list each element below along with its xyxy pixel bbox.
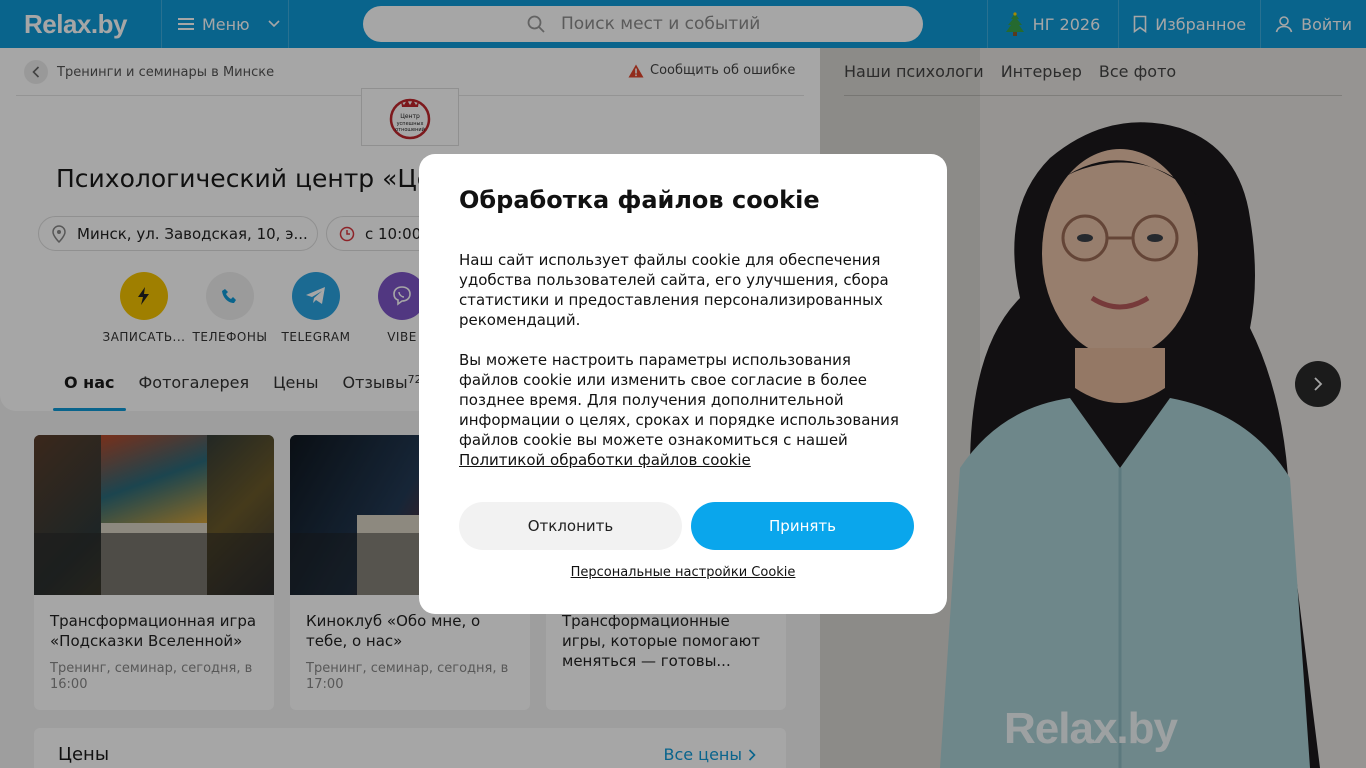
cookie-dialog: Обработка файлов cookie Наш сайт использ… xyxy=(419,154,947,614)
accept-button[interactable]: Принять xyxy=(691,502,914,550)
cookie-policy-link[interactable]: Политикой обработки файлов cookie xyxy=(459,451,751,469)
cookie-settings-link[interactable]: Персональные настройки Cookie xyxy=(419,565,947,580)
cookie-dialog-title: Обработка файлов cookie xyxy=(459,186,820,214)
cookie-paragraph-2: Вы можете настроить параметры использова… xyxy=(459,351,899,469)
decline-button[interactable]: Отклонить xyxy=(459,502,682,550)
cookie-paragraph-1: Наш сайт использует файлы cookie для обе… xyxy=(459,251,889,329)
cookie-dialog-text: Наш сайт использует файлы cookie для обе… xyxy=(459,250,909,470)
